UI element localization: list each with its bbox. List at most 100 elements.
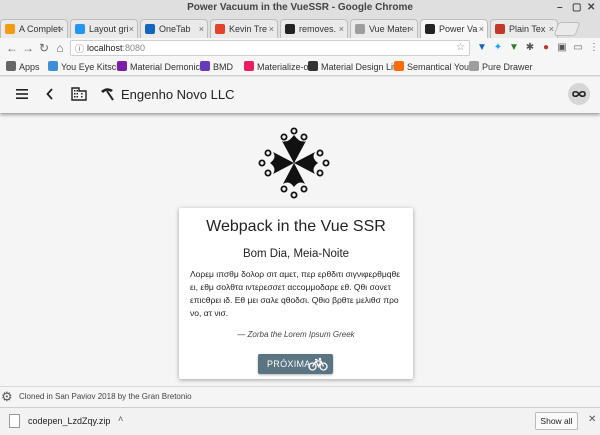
browser-toolbar: ← → ↻ ⌂ ⓘ localhost:8080 ☆ ▼ ✦ ▼ ✱ ● ▣ ▭… <box>0 38 600 58</box>
bookmark-label: Apps <box>19 62 40 72</box>
address-bar[interactable]: ⓘ localhost:8080 ☆ <box>70 40 470 56</box>
gitlab-icon <box>215 24 225 34</box>
browser-tab[interactable]: Layout gri × <box>70 19 138 38</box>
window-title: Power Vacuum in the VueSSR - Google Chro… <box>187 2 413 13</box>
home-icon[interactable]: ⌂ <box>53 40 67 56</box>
minimize-icon[interactable]: – <box>557 1 563 15</box>
plain-text-icon <box>495 24 505 34</box>
tab-strip: A Complet × Layout gri × OneTab × Kevin Tre × re… <box>0 16 600 38</box>
close-tab-icon[interactable]: × <box>199 20 204 38</box>
footer: ⚙ Cloned in San Paviov 2018 by the Gran … <box>0 386 600 407</box>
tab-label: OneTab <box>159 24 191 34</box>
bookmark-item[interactable]: Material Demonics <box>117 61 205 73</box>
twitter-icon[interactable]: ✦ <box>492 42 504 54</box>
cast-icon[interactable]: ▭ <box>572 42 584 54</box>
extension-red-icon[interactable]: ● <box>540 42 552 54</box>
next-button-label: PRÓXIMA <box>267 359 311 369</box>
content-card: Webpack in the Vue SSR Bom Dia, Meia-Noi… <box>179 208 413 379</box>
close-tab-icon[interactable]: × <box>549 20 554 38</box>
infinity-button[interactable] <box>568 83 590 105</box>
bookmark-item[interactable]: Pure Drawer <box>469 61 533 73</box>
apps-grid-icon <box>6 61 16 71</box>
tab-label: removes. <box>299 24 337 34</box>
tab-label: Vue Mater <box>369 24 411 34</box>
bookmark-item[interactable]: Materialize-o <box>244 61 309 73</box>
onetab-icon <box>145 24 155 34</box>
card-title: Webpack in the Vue SSR <box>206 218 386 235</box>
card-body-text: Λορεμ ιπσθμ δολορ σιτ αμετ, περ ερθδιτι … <box>190 269 400 318</box>
footer-text: Cloned in San Paviov 2018 by the Gran Br… <box>19 392 192 401</box>
hamburger-menu-icon[interactable] <box>14 85 32 103</box>
extension-gear-icon[interactable]: ✱ <box>524 42 536 54</box>
browser-tab[interactable]: Kevin Tre × <box>210 19 278 38</box>
browser-tab[interactable]: removes. × <box>280 19 348 38</box>
tab-label: Kevin Tre <box>229 24 268 34</box>
close-tab-icon[interactable]: × <box>479 20 484 38</box>
bookmark-icon <box>200 61 210 71</box>
company-name: Engenho Novo LLC <box>121 87 235 102</box>
bookmark-item[interactable]: BMD <box>200 61 233 73</box>
forward-icon[interactable]: → <box>21 40 35 56</box>
bicycle-icon <box>308 357 328 371</box>
tab-label: Plain Tex <box>509 24 546 34</box>
bookmark-item[interactable]: Material Design Lite <box>308 61 401 73</box>
gear-icon[interactable]: ⚙ <box>1 390 13 404</box>
maximize-icon[interactable]: ▢ <box>572 1 581 15</box>
bookmark-item[interactable]: Apps <box>6 61 40 73</box>
back-icon[interactable]: ← <box>5 40 19 56</box>
extension-gray-icon[interactable]: ▣ <box>556 42 568 54</box>
browser-tab[interactable]: Vue Mater × <box>350 19 418 38</box>
bookmark-item[interactable]: You Eye Kitsch <box>48 61 121 73</box>
bookmark-icon <box>308 61 318 71</box>
reload-icon[interactable]: ↻ <box>37 40 51 56</box>
download-shelf: codepen_LzdZqy.zip ˄ Show all ✕ <box>0 407 600 435</box>
card-attribution: — Zorba the Lorem Ipsum Greek <box>237 330 355 339</box>
close-tab-icon[interactable]: × <box>269 20 274 38</box>
business-building-icon[interactable] <box>70 85 88 103</box>
address-host: localhost <box>87 43 123 53</box>
browser-tab[interactable]: OneTab × <box>140 19 208 38</box>
browser-tab[interactable]: A Complet × <box>0 19 68 38</box>
bookmark-label: Material Design Lite <box>321 62 401 72</box>
close-tab-icon[interactable]: × <box>339 20 344 38</box>
pickaxe-icon <box>101 88 114 101</box>
bookmark-icon <box>244 61 254 71</box>
browser-tab[interactable]: Power Va × <box>420 19 488 38</box>
new-tab-button[interactable] <box>553 22 581 36</box>
app-area: Engenho Novo LLC Webpack in the Vue SSR … <box>0 77 600 407</box>
next-button[interactable]: PRÓXIMA <box>258 354 333 374</box>
card-subtitle: Bom Dia, Meia-Noite <box>242 248 350 260</box>
close-tab-icon[interactable]: × <box>59 20 64 38</box>
extension-green-icon[interactable]: ▼ <box>508 42 520 54</box>
tab-label: A Complet <box>19 24 61 34</box>
close-tab-icon[interactable]: × <box>409 20 414 38</box>
bulb-icon <box>5 24 15 34</box>
bookmark-icon <box>117 61 127 71</box>
chevron-left-icon[interactable] <box>42 85 60 103</box>
chevron-up-icon[interactable]: ˄ <box>118 414 123 424</box>
download-filename[interactable]: codepen_LzdZqy.zip <box>28 416 110 426</box>
app-bar: Engenho Novo LLC <box>0 77 600 113</box>
page-icon <box>469 61 479 71</box>
extension-vue-icon[interactable]: ▼ <box>476 42 488 54</box>
close-shelf-icon[interactable]: ✕ <box>588 414 596 425</box>
bookmark-star-icon[interactable]: ☆ <box>456 41 465 55</box>
bookmark-label: Semantical You <box>407 62 470 72</box>
menu-kebab-icon[interactable]: ⋮ <box>588 42 600 54</box>
bookmark-item[interactable]: Semantical You <box>394 61 469 73</box>
bookmark-label: Pure Drawer <box>482 62 533 72</box>
layout-icon <box>75 24 85 34</box>
bookmark-label: BMD <box>213 62 233 72</box>
show-all-button[interactable]: Show all <box>535 412 578 430</box>
info-icon[interactable]: ⓘ <box>75 42 84 56</box>
close-window-icon[interactable]: ✕ <box>587 1 595 15</box>
window-title-bar: Power Vacuum in the VueSSR - Google Chro… <box>0 0 600 16</box>
page-icon <box>355 24 365 34</box>
infinity-icon <box>572 90 586 98</box>
browser-tab[interactable]: Plain Tex × <box>490 19 558 38</box>
tab-label: Layout gri <box>89 24 129 34</box>
bookmark-icon <box>394 61 404 71</box>
github-icon <box>285 24 295 34</box>
close-tab-icon[interactable]: × <box>129 20 134 38</box>
bookmarks-bar: Apps You Eye Kitsch Material Demonics BMD Ma… <box>0 58 600 76</box>
